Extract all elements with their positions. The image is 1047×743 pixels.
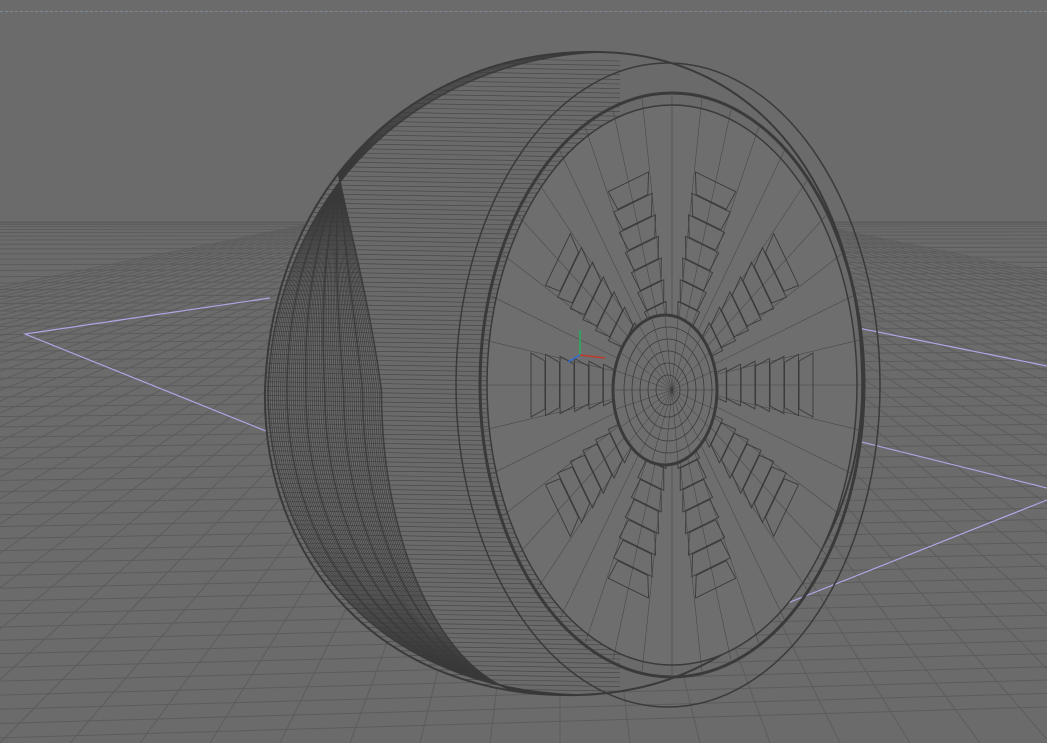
grid-line [0, 221, 321, 288]
viewport-canvas[interactable] [0, 0, 1047, 743]
grid-line [0, 706, 1047, 739]
grid-line [0, 692, 1047, 724]
bbox-back-edge [857, 327, 1047, 367]
3d-viewport[interactable] [0, 0, 1047, 743]
